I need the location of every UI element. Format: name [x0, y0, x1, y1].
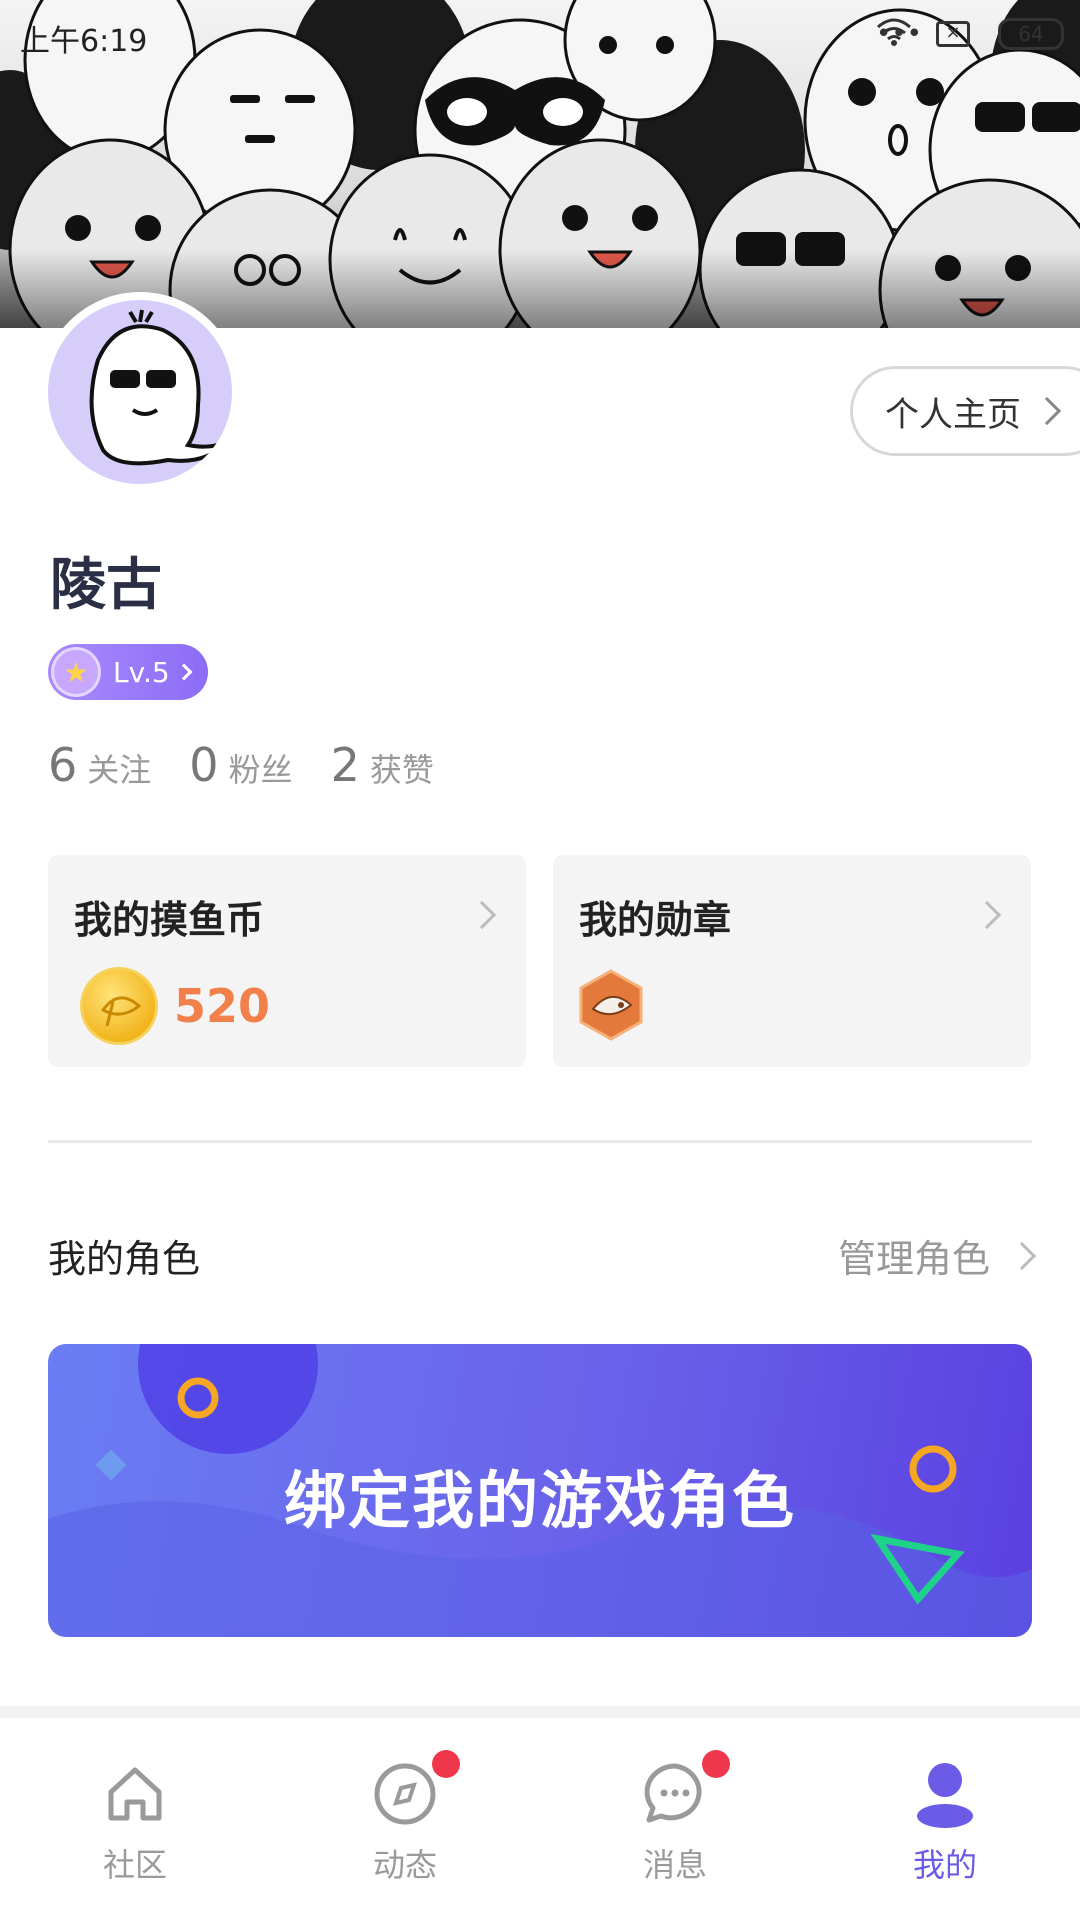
level-badge[interactable]: ★ Lv.5 [48, 644, 208, 700]
fish-coin-card[interactable]: 我的摸鱼币 520 [48, 855, 526, 1067]
personal-homepage-label: 个人主页 [885, 394, 1021, 435]
star-medal-icon: ★ [51, 647, 101, 697]
notification-badge [432, 1750, 460, 1778]
chevron-right-icon [175, 663, 193, 681]
stat-number: 2 [330, 738, 360, 792]
sim-blocked-icon: × [936, 21, 970, 47]
bind-game-role-banner[interactable]: 绑定我的游戏角色 [48, 1344, 1032, 1637]
stat-number: 6 [48, 738, 78, 792]
card-title: 我的摸鱼币 [74, 898, 265, 942]
my-roles-title: 我的角色 [48, 1237, 201, 1281]
compass-icon [374, 1763, 436, 1825]
stat-likes[interactable]: 2 获赞 [331, 738, 434, 792]
bind-game-role-text: 绑定我的游戏角色 [283, 1464, 796, 1537]
status-time: 上午6:19 [20, 24, 148, 59]
chevron-right-icon [1007, 1241, 1037, 1270]
medals-card[interactable]: 我的勋章 [553, 855, 1031, 1067]
profile-stats: 6 关注 0 粉丝 2 获赞 [48, 738, 472, 792]
fish-medal-icon [579, 969, 643, 1041]
manage-roles-link[interactable]: 管理角色 [837, 1228, 1037, 1283]
tab-label: 动态 [372, 1846, 437, 1884]
status-bar: 上午6:19 ••• × 64 [0, 0, 1080, 74]
bottom-tab-bar: 社区 动态 消息 我的 [0, 1732, 1080, 1920]
battery-icon: 64 [998, 18, 1064, 50]
stat-number: 0 [189, 738, 219, 792]
stat-label: 关注 [87, 751, 152, 789]
card-title: 我的勋章 [579, 898, 732, 942]
level-label: Lv.5 [113, 655, 170, 689]
profile-banner: 上午6:19 ••• × 64 [0, 0, 1080, 328]
chevron-right-icon [972, 900, 1002, 930]
section-separator [0, 1706, 1080, 1718]
tab-messages[interactable]: 消息 [540, 1732, 810, 1920]
tab-mine[interactable]: 我的 [810, 1732, 1080, 1920]
chevron-right-icon [1032, 396, 1062, 426]
personal-homepage-button[interactable]: 个人主页 [850, 366, 1080, 456]
chat-icon [644, 1763, 702, 1823]
fish-coin-value: 520 [174, 979, 271, 1033]
ghost-avatar-icon [89, 309, 230, 466]
stat-label: 粉丝 [228, 751, 293, 789]
notification-badge [702, 1750, 730, 1778]
chevron-right-icon [467, 900, 497, 930]
stat-label: 获赞 [369, 751, 434, 789]
section-divider [48, 1140, 1032, 1143]
tab-community[interactable]: 社区 [0, 1732, 270, 1920]
tab-feed[interactable]: 动态 [270, 1732, 540, 1920]
username: 陵古 [50, 553, 162, 618]
avatar[interactable] [40, 292, 240, 492]
stat-following[interactable]: 6 关注 [48, 738, 151, 792]
home-icon [108, 1767, 162, 1821]
status-icons: ••• × 64 [876, 18, 1064, 50]
fish-coin-icon [80, 967, 158, 1045]
user-icon [917, 1763, 973, 1828]
tab-label: 我的 [912, 1846, 977, 1884]
stat-followers[interactable]: 0 粉丝 [189, 738, 292, 792]
tab-label: 社区 [102, 1846, 167, 1884]
manage-roles-label: 管理角色 [837, 1237, 990, 1281]
tab-label: 消息 [642, 1846, 707, 1884]
